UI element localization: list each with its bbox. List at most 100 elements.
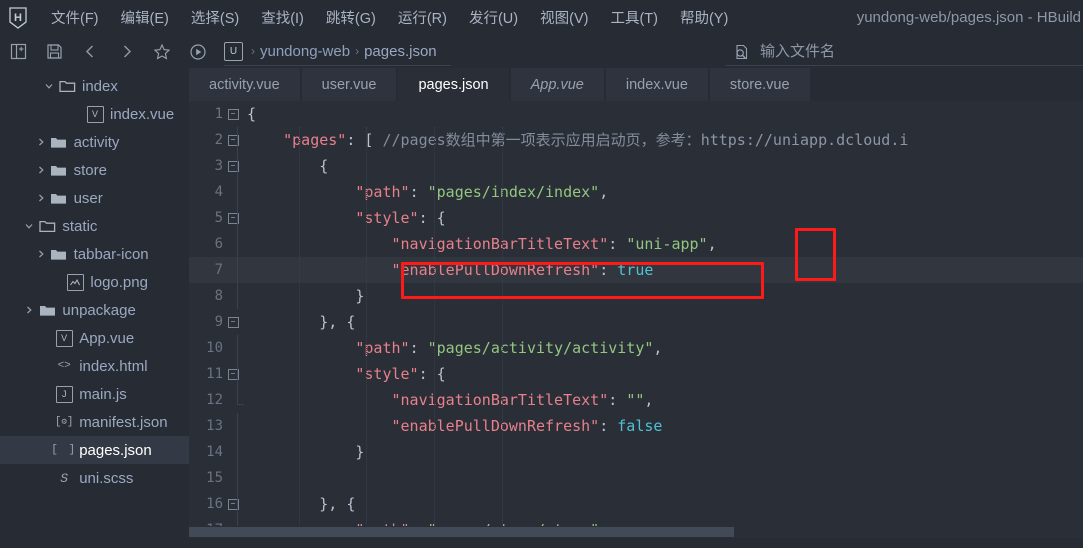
code-line-text: "style": { (240, 205, 1083, 231)
toggle-panel-icon[interactable] (0, 38, 36, 66)
chevron-down-icon[interactable] (22, 221, 36, 231)
tab-store-vue[interactable]: store.vue (709, 68, 810, 101)
code-line[interactable]: 9− }, { (189, 309, 1083, 335)
tab-activity-vue[interactable]: activity.vue (189, 68, 300, 101)
tab-pages-json[interactable]: pages.json (398, 68, 509, 101)
run-play-icon[interactable] (180, 38, 216, 66)
code-token-pun: : (599, 261, 618, 279)
tree-item-main-js[interactable]: Jmain.js (0, 380, 189, 408)
scss-file-icon: S (60, 470, 69, 486)
menu-run[interactable]: 运行(R) (387, 3, 458, 32)
tab-app-vue[interactable]: App.vue (510, 68, 604, 101)
chevron-down-icon[interactable] (42, 81, 56, 91)
menu-file[interactable]: 文件(F) (40, 3, 110, 32)
code-token-pun (247, 339, 355, 357)
tree-item-uni-scss[interactable]: Suni.scss (0, 464, 189, 492)
save-icon[interactable] (36, 38, 72, 66)
code-line[interactable]: 2− "pages": [ //pages数组中第一项表示应用启动页，参考：ht… (189, 127, 1083, 153)
code-line[interactable]: 4 "path": "pages/index/index", (189, 179, 1083, 205)
horizontal-scrollbar-thumb[interactable] (189, 527, 734, 537)
code-token-key: "navigationBarTitleText" (391, 235, 609, 253)
code-line[interactable]: 1−{ (189, 101, 1083, 127)
code-token-key: "enablePullDownRefresh" (391, 417, 600, 435)
editor-tab-strip[interactable]: activity.vue user.vue pages.json App.vue ind… (189, 68, 1083, 101)
fold-toggle-icon[interactable]: − (226, 108, 240, 120)
chevron-right-icon[interactable] (34, 193, 48, 203)
breadcrumb-separator: › (251, 44, 255, 58)
code-line[interactable]: 13 "enablePullDownRefresh": false (189, 413, 1083, 439)
fold-toggle-icon[interactable]: − (226, 368, 240, 380)
chevron-right-icon[interactable] (22, 305, 36, 315)
image-file-icon (64, 273, 86, 291)
chevron-right-icon[interactable] (34, 249, 48, 259)
code-line[interactable]: 8 } (189, 283, 1083, 309)
chevron-right-icon[interactable] (34, 165, 48, 175)
fold-toggle-icon[interactable]: − (226, 212, 240, 224)
code-token-url: https://uniapp.dcloud.i (700, 131, 909, 149)
menu-find[interactable]: 查找(I) (250, 3, 315, 32)
menu-tools[interactable]: 工具(T) (599, 3, 669, 32)
project-file-tree[interactable]: index Vindex.vue activity store user static ta… (0, 68, 189, 548)
tree-item-index-html[interactable]: <> index.html (0, 352, 189, 380)
menu-help[interactable]: 帮助(Y) (669, 3, 739, 32)
tab-index-vue[interactable]: index.vue (605, 68, 708, 101)
horizontal-scrollbar[interactable] (189, 526, 1083, 538)
code-line[interactable]: 6 "navigationBarTitleText": "uni-app", (189, 231, 1083, 257)
manifest-file-icon: [⚙] (54, 416, 74, 428)
breadcrumb-project[interactable]: yundong-web (260, 43, 350, 60)
code-line[interactable]: 11− "style": { (189, 361, 1083, 387)
code-editor[interactable]: 1−{2− "pages": [ //pages数组中第一项表示应用启动页，参考… (189, 101, 1083, 538)
tree-item-logo-png[interactable]: logo.png (0, 268, 189, 296)
breadcrumb: U › yundong-web › pages.json (224, 37, 451, 66)
chevron-right-icon[interactable] (34, 137, 48, 147)
vue-file-icon: V (84, 105, 106, 123)
code-line[interactable]: 10 "path": "pages/activity/activity", (189, 335, 1083, 361)
code-token-key: "path" (355, 339, 410, 357)
fold-toggle-icon[interactable]: − (226, 316, 240, 328)
line-number: 12 (206, 392, 223, 408)
code-token-pun: , (653, 339, 663, 357)
toolbar: U › yundong-web › pages.json (0, 35, 1083, 68)
tree-item-label: index (82, 77, 118, 95)
code-line[interactable]: 15 (189, 465, 1083, 491)
line-number: 9 (214, 314, 223, 330)
tree-item-store[interactable]: store (0, 156, 189, 184)
tree-item-manifest-json[interactable]: [⚙] manifest.json (0, 408, 189, 436)
tree-item-tabbar-icon[interactable]: tabbar-icon (0, 240, 189, 268)
code-token-pun: : { (418, 209, 446, 227)
code-line[interactable]: 16− }, { (189, 491, 1083, 517)
code-line[interactable]: 12 "navigationBarTitleText": "", (189, 387, 1083, 413)
code-line[interactable]: 5− "style": { (189, 205, 1083, 231)
menu-edit[interactable]: 编辑(E) (110, 3, 180, 32)
search-input[interactable] (758, 42, 1052, 61)
menu-select[interactable]: 选择(S) (180, 3, 250, 32)
fold-toggle-icon[interactable]: − (226, 134, 240, 146)
line-number: 3 (214, 158, 223, 174)
file-search-box[interactable] (726, 38, 1083, 66)
code-line[interactable]: 7 "enablePullDownRefresh": true (189, 257, 1083, 283)
menu-goto[interactable]: 跳转(G) (315, 3, 387, 32)
fold-toggle-icon[interactable]: − (226, 160, 240, 172)
forward-arrow-icon[interactable] (108, 38, 144, 66)
code-lines[interactable]: 1−{2− "pages": [ //pages数组中第一项表示应用启动页，参考… (189, 101, 1083, 538)
breadcrumb-file[interactable]: pages.json (364, 43, 437, 60)
code-line[interactable]: 3− { (189, 153, 1083, 179)
tree-item-unpackage[interactable]: unpackage (0, 296, 189, 324)
fold-toggle-icon[interactable]: − (226, 498, 240, 510)
tree-item-index[interactable]: index (0, 72, 189, 100)
code-line[interactable]: 14 } (189, 439, 1083, 465)
tree-item-user[interactable]: user (0, 184, 189, 212)
tab-user-vue[interactable]: user.vue (301, 68, 397, 101)
favorite-star-icon[interactable] (144, 38, 180, 66)
back-arrow-icon[interactable] (72, 38, 108, 66)
menu-view[interactable]: 视图(V) (529, 3, 599, 32)
code-token-key: "style" (355, 365, 419, 383)
menu-publish[interactable]: 发行(U) (458, 3, 529, 32)
tree-item-static[interactable]: static (0, 212, 189, 240)
code-token-pun: { (247, 105, 257, 123)
tree-item-activity[interactable]: activity (0, 128, 189, 156)
line-number: 4 (214, 184, 223, 200)
tree-item-app-vue[interactable]: V App.vue (0, 324, 189, 352)
tree-item-index-vue[interactable]: Vindex.vue (0, 100, 189, 128)
tree-item-pages-json[interactable]: [ ] pages.json (0, 436, 189, 464)
